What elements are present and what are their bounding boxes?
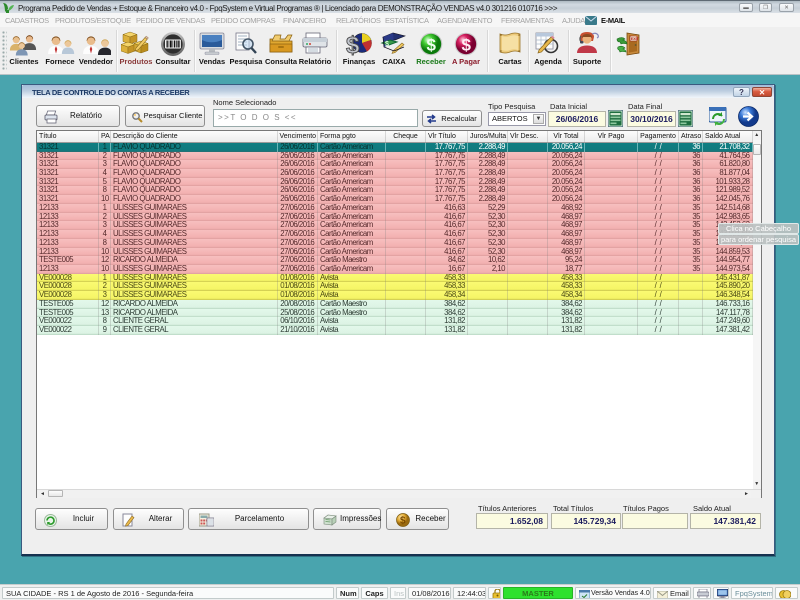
svg-text:$: $ bbox=[462, 36, 472, 55]
svg-text:$: $ bbox=[385, 41, 389, 48]
svg-text:$: $ bbox=[400, 516, 406, 527]
svg-text:EXIT: EXIT bbox=[631, 37, 640, 41]
svg-text:$: $ bbox=[346, 32, 360, 57]
svg-text:$: $ bbox=[427, 36, 437, 55]
